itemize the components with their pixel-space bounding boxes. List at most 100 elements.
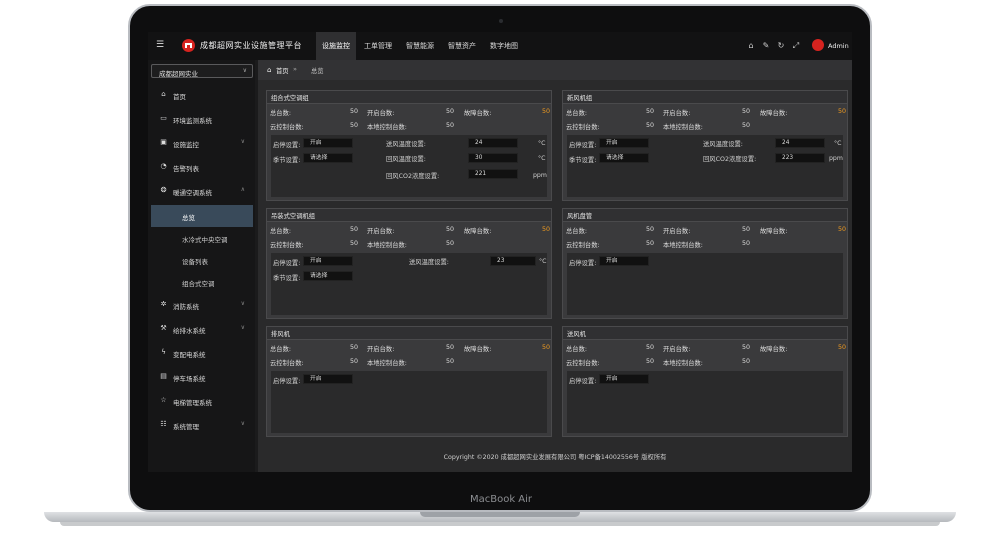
sidebar-sub-water-cooled[interactable]: 水冷式中央空调 bbox=[148, 227, 255, 249]
main-nav: 设施监控 工单管理 智慧能源 智慧资产 数字地图 bbox=[316, 32, 526, 60]
control-panel: 启停设置: 开启 季节设置: 请选择 送风温度设置: 24 °C 回风温度设置:… bbox=[271, 135, 547, 197]
stat-total: 50 bbox=[349, 344, 358, 351]
return-co2-input[interactable]: 223 bbox=[775, 153, 825, 163]
monitor-icon: ▭ bbox=[160, 114, 167, 122]
sidebar-item-power[interactable]: ϟ 变配电系统 bbox=[148, 342, 255, 364]
fire-icon: ✲ bbox=[160, 300, 167, 308]
footer-copyright: Copyright ©2020 成都超网实业发展有限公司 粤ICP备140025… bbox=[443, 454, 667, 461]
stat-remote: 50 bbox=[645, 240, 654, 247]
start-stop-select[interactable]: 开启 bbox=[303, 374, 353, 384]
card-title: 组合式空调组 bbox=[271, 95, 309, 102]
stat-total: 50 bbox=[349, 226, 358, 233]
stat-label: 总台数: bbox=[566, 110, 588, 117]
stat-total: 50 bbox=[645, 226, 654, 233]
return-co2-input[interactable]: 221 bbox=[468, 169, 518, 179]
stat-label: 本地控制台数: bbox=[367, 242, 407, 249]
stat-fault: 50 bbox=[837, 226, 846, 233]
sidebar-item-label: 消防系统 bbox=[173, 303, 199, 311]
chevron-down-icon: ∨ bbox=[242, 67, 247, 74]
sidebar-item-facility[interactable]: ▣ 设施监控 ∨ bbox=[148, 132, 255, 154]
stat-fault: 50 bbox=[541, 226, 550, 233]
refresh-icon[interactable]: ↻ bbox=[776, 41, 786, 51]
nav-digital-map[interactable]: 数字地图 bbox=[484, 32, 524, 60]
menu-toggle-icon[interactable]: ☰ bbox=[156, 41, 164, 50]
stat-label: 故障台数: bbox=[464, 110, 492, 117]
sidebar-item-environment[interactable]: ▭ 环境监测系统 bbox=[148, 108, 255, 130]
sidebar-item-label: 暖通空调系统 bbox=[173, 189, 212, 197]
nav-work-orders[interactable]: 工单管理 bbox=[358, 32, 398, 60]
unit-celsius: °C bbox=[538, 155, 546, 162]
stat-remote: 50 bbox=[645, 122, 654, 129]
card-supply-fan: 送风机 总台数: 50 开启台数: 50 故障台数: 50 云控制台数: 50 … bbox=[562, 326, 848, 437]
stat-label: 总台数: bbox=[270, 346, 292, 353]
home-icon: ⌂ bbox=[267, 66, 272, 74]
sidebar-item-label: 告警列表 bbox=[173, 165, 199, 173]
sidebar-item-settings[interactable]: ☷ 系统管理 ∨ bbox=[148, 414, 255, 436]
stat-open: 50 bbox=[741, 226, 750, 233]
start-stop-select[interactable]: 开启 bbox=[599, 256, 649, 266]
start-stop-label: 启停设置: bbox=[273, 142, 301, 149]
nav-facility-monitor[interactable]: 设施监控 bbox=[316, 32, 356, 60]
stat-label: 故障台数: bbox=[760, 228, 788, 235]
season-select[interactable]: 请选择 bbox=[303, 153, 353, 163]
stat-local: 50 bbox=[445, 122, 454, 129]
sidebar-item-label: 给排水系统 bbox=[173, 327, 206, 335]
user-name[interactable]: Admin bbox=[828, 42, 849, 50]
stat-fault: 50 bbox=[541, 108, 550, 115]
stat-label: 故障台数: bbox=[760, 346, 788, 353]
fullscreen-icon[interactable]: ⤢ bbox=[791, 41, 801, 51]
return-temp-input[interactable]: 30 bbox=[468, 153, 518, 163]
sidebar-item-home[interactable]: ⌂ 首页 bbox=[148, 84, 255, 106]
sidebar-item-parking[interactable]: ▤ 停车场系统 bbox=[148, 366, 255, 388]
start-stop-select[interactable]: 开启 bbox=[303, 138, 353, 148]
sidebar-sub-combined-ac[interactable]: 组合式空调 bbox=[148, 271, 255, 293]
stat-fault: 50 bbox=[541, 344, 550, 351]
nav-smart-energy[interactable]: 智慧能源 bbox=[400, 32, 440, 60]
sidebar-sub-device-list[interactable]: 设备列表 bbox=[148, 249, 255, 271]
home-icon[interactable]: ⌂ bbox=[746, 41, 756, 51]
stat-label: 本地控制台数: bbox=[663, 242, 703, 249]
start-stop-select[interactable]: 开启 bbox=[599, 138, 649, 148]
card-header: 风机盘管 bbox=[563, 209, 847, 222]
sidebar-item-water[interactable]: ⚒ 给排水系统 ∨ bbox=[148, 318, 255, 340]
card-exhaust-fan: 排风机 总台数: 50 开启台数: 50 故障台数: 50 云控制台数: 50 … bbox=[266, 326, 552, 437]
stat-label: 开启台数: bbox=[367, 228, 395, 235]
stat-label: 云控制台数: bbox=[566, 242, 600, 249]
supply-temp-input[interactable]: 23 bbox=[490, 256, 536, 266]
sidebar-item-fire[interactable]: ✲ 消防系统 ∨ bbox=[148, 294, 255, 316]
card-ceiling-ac: 吊装式空调机组 总台数: 50 开启台数: 50 故障台数: 50 云控制台数:… bbox=[266, 208, 552, 319]
chevron-up-icon: ∧ bbox=[240, 186, 245, 193]
app-title: 成都超网实业设施管理平台 bbox=[200, 41, 302, 50]
sidebar-sub-overview[interactable]: 总览 bbox=[151, 205, 253, 227]
supply-temp-input[interactable]: 24 bbox=[468, 138, 518, 148]
sidebar-sub-label: 组合式空调 bbox=[182, 280, 215, 288]
start-stop-select[interactable]: 开启 bbox=[303, 256, 353, 266]
alarm-icon: ◔ bbox=[160, 162, 167, 170]
season-select[interactable]: 请选择 bbox=[303, 271, 353, 281]
stat-label: 开启台数: bbox=[367, 346, 395, 353]
breadcrumb-current: 总览 bbox=[311, 68, 324, 75]
nav-smart-assets[interactable]: 智慧资产 bbox=[442, 32, 482, 60]
avatar[interactable] bbox=[812, 39, 824, 51]
stat-label: 故障台数: bbox=[760, 110, 788, 117]
sidebar-item-hvac[interactable]: ❂ 暖通空调系统 ∧ bbox=[148, 180, 255, 202]
start-stop-select[interactable]: 开启 bbox=[599, 374, 649, 384]
card-combined-ac: 组合式空调组 总台数: 50 开启台数: 50 故障台数: 50 云控制台数: … bbox=[266, 90, 552, 201]
stat-label: 总台数: bbox=[566, 346, 588, 353]
season-select[interactable]: 请选择 bbox=[599, 153, 649, 163]
control-panel: 启停设置: 开启 季节设置: 请选择 送风温度设置: 24 °C 回风CO2浓度… bbox=[567, 135, 843, 197]
stat-label: 总台数: bbox=[270, 110, 292, 117]
unit-celsius: °C bbox=[538, 140, 546, 147]
breadcrumb-separator: » bbox=[293, 65, 297, 73]
edit-icon[interactable]: ✎ bbox=[761, 41, 771, 51]
sidebar-item-alarms[interactable]: ◔ 告警列表 bbox=[148, 156, 255, 178]
season-label: 季节设置: bbox=[273, 275, 301, 282]
sidebar-item-elevator[interactable]: ☆ 电梯管理系统 bbox=[148, 390, 255, 412]
breadcrumb-home[interactable]: 首页 bbox=[276, 66, 289, 75]
sidebar-item-label: 首页 bbox=[173, 93, 186, 101]
sidebar-sub-label: 总览 bbox=[182, 214, 195, 222]
supply-temp-input[interactable]: 24 bbox=[775, 138, 825, 148]
stat-label: 云控制台数: bbox=[270, 242, 304, 249]
org-select[interactable]: 成都超网实业 ∨ bbox=[151, 64, 253, 78]
stat-open: 50 bbox=[445, 108, 454, 115]
